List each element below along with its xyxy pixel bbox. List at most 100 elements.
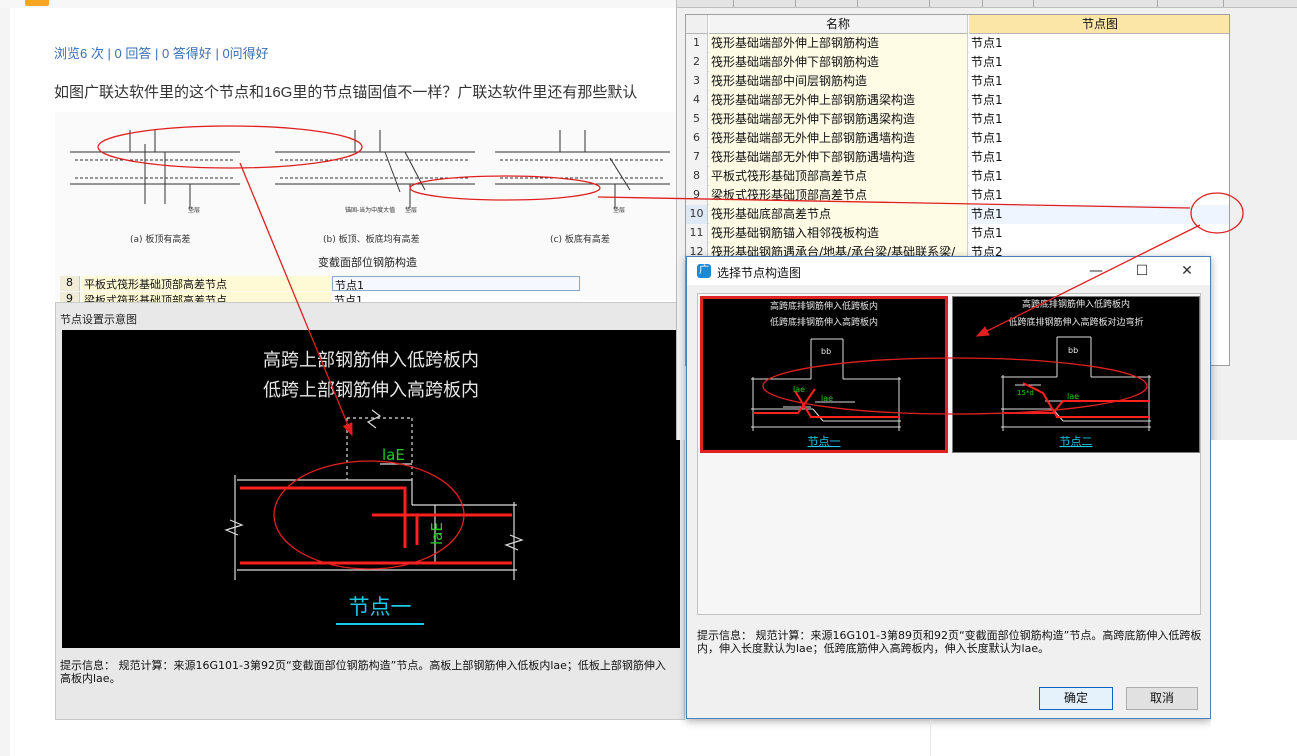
mini-row-value[interactable]: 节点1 (332, 292, 580, 302)
grid-row-name: 梁板式筏形基础顶部高差节点 (709, 186, 968, 205)
notice-icon (25, 0, 49, 6)
mini-row-value[interactable]: 节点1 (332, 276, 580, 292)
node-option-2[interactable]: 高跨底排钢筋伸入低跨板内 低跨底排钢筋伸入高跨板对边弯折 bb 15*d lae… (952, 296, 1200, 453)
grid-row-node-value[interactable]: 节点1 (969, 110, 1229, 129)
thumb2-label[interactable]: 节点二 (1060, 435, 1093, 448)
grid-row-node-value[interactable]: 节点1 (969, 167, 1229, 186)
toolbar-tab[interactable] (1223, 0, 1224, 7)
ok-button[interactable]: 确定 (1039, 687, 1113, 710)
grid-row-node-value[interactable]: 节点1 (969, 148, 1229, 167)
scan-label: 垫层 (405, 206, 417, 214)
mini-row-number: 8 (60, 276, 80, 291)
grid-row-name: 筏形基础钢筋锚入相邻筏板构造 (709, 224, 968, 243)
grid-row-node-value[interactable]: 节点1 (969, 72, 1229, 91)
grid-row-number: 6 (686, 129, 708, 148)
grid-row[interactable]: 6 筏形基础端部无外伸上部钢筋遇墙构造 节点1 (686, 129, 1229, 148)
good-answers-link[interactable]: 0 答得好 (162, 46, 212, 61)
stats-separator: | (154, 46, 159, 61)
grid-row-node-value[interactable]: 节点1 (969, 34, 1229, 53)
grid-row-number: 5 (686, 110, 708, 129)
grid-row[interactable]: 5 筏形基础端部无外伸下部钢筋遇梁构造 节点1 (686, 110, 1229, 129)
stats-separator: | (215, 46, 219, 61)
page-right-area (1211, 440, 1297, 756)
thumb2-line2: 低跨底排钢筋伸入高跨板对边弯折 (1008, 316, 1143, 328)
page-divider (930, 720, 931, 756)
grid-row[interactable]: 8 平板式筏形基础顶部高差节点 节点1 (686, 167, 1229, 186)
grid-row[interactable]: 2 筏形基础端部外伸下部钢筋构造 节点1 (686, 53, 1229, 72)
grid-row-node-value[interactable]: 节点1··· (969, 205, 1229, 224)
cancel-button[interactable]: 取消 (1126, 687, 1198, 710)
grid-row-node-value[interactable]: 节点1 (969, 91, 1229, 110)
node-option-1[interactable]: 高跨底排钢筋伸入低跨板内 低跨底排钢筋伸入高跨板内 bb lae lae 节点一 (700, 296, 948, 453)
mini-grid-row[interactable]: 9 梁板式筏形基础顶部高差节点 节点1 (60, 292, 580, 302)
grid-row-node-value[interactable]: 节点1 (969, 186, 1229, 205)
grid-row-node-value[interactable]: 节点1 (969, 224, 1229, 243)
label-laE-vertical: laE (428, 522, 446, 545)
dialog-titlebar[interactable]: 广 选择节点构造图 — ☐ ✕ (687, 257, 1210, 285)
node-diagram-panel: 节点设置示意图 高跨上部钢筋伸入低跨板内 低跨上部钢筋伸入高跨板内 laE la… (55, 302, 685, 720)
toolbar-tab[interactable] (982, 0, 983, 7)
toolbar-tab[interactable] (733, 0, 734, 7)
grid-row-node-text: 节点1 (971, 93, 1003, 107)
mini-grid-row[interactable]: 8 平板式筏形基础顶部高差节点 节点1 (60, 276, 580, 292)
toolbar-tab[interactable] (857, 0, 858, 7)
scan-subcaption: (b) 板顶、板底均有高差 (323, 233, 420, 245)
grid-row[interactable]: 7 筏形基础端部无外伸下部钢筋遇墙构造 节点1 (686, 148, 1229, 167)
grid-row-node-text: 节点1 (971, 188, 1003, 202)
grid-row-node-text: 节点1 (971, 36, 1003, 50)
node-panel-title: 节点设置示意图 (60, 313, 137, 326)
minimize-icon[interactable]: — (1081, 261, 1111, 281)
grid-row-name: 筏形基础底部高差节点 (709, 205, 968, 224)
toolbar-tab[interactable] (929, 0, 930, 7)
node-one-label[interactable]: 节点一 (349, 595, 412, 619)
scan-label: 垫层 (613, 206, 625, 214)
answers-link[interactable]: 0 回答 (114, 46, 151, 61)
grid-row-node-text: 节点1 (971, 74, 1003, 88)
grid-row[interactable]: 1 筏形基础端部外伸上部钢筋构造 节点1 (686, 34, 1229, 53)
grid-row[interactable]: 9 梁板式筏形基础顶部高差节点 节点1 (686, 186, 1229, 205)
grid-row-node-text: 节点1 (971, 169, 1003, 183)
grid-row-node-text: 节点1 (971, 55, 1003, 69)
dialog-thumbnail-area: 高跨底排钢筋伸入低跨板内 低跨底排钢筋伸入高跨板内 bb lae lae 节点一… (697, 293, 1201, 615)
grid-row-node-value[interactable]: 节点1 (969, 53, 1229, 72)
grid-row-name: 平板式筏形基础顶部高差节点 (709, 167, 968, 186)
grid-row-node-text: 节点1 (971, 226, 1003, 240)
thumb2-bb: bb (1068, 346, 1078, 355)
thumb2-lae: lae (1067, 392, 1079, 401)
grid-row-number: 11 (686, 224, 708, 243)
views-link[interactable]: 浏览6 次 (54, 46, 104, 61)
scan-label: 锚固-当为中度大值 (345, 206, 395, 214)
thumb1-label[interactable]: 节点一 (808, 435, 841, 448)
scan-subcaption: (a) 板顶有高差 (130, 233, 190, 245)
grid-row[interactable]: 10筏形基础底部高差节点节点1··· (686, 205, 1229, 224)
grid-header-node[interactable]: 节点图 (969, 15, 1229, 34)
diagram-text-line1: 高跨上部钢筋伸入低跨板内 (263, 350, 479, 371)
scan-subcaption: (c) 板底有高差 (550, 233, 610, 245)
grid-row-number: 1 (686, 34, 708, 53)
grid-row-name: 筏形基础端部无外伸下部钢筋遇梁构造 (709, 110, 968, 129)
scan-label: 垫层 (188, 206, 200, 214)
grid-row-node-value[interactable]: 节点1 (969, 129, 1229, 148)
thumb2-d: 15*d (1017, 389, 1034, 397)
toolbar-tab[interactable] (1157, 0, 1158, 7)
page-left-gutter (0, 0, 10, 756)
toolbar-tab[interactable] (1033, 0, 1034, 7)
close-icon[interactable]: ✕ (1172, 261, 1202, 281)
mini-row-name: 梁板式筏形基础顶部高差节点 (82, 292, 332, 302)
grid-row-number: 8 (686, 167, 708, 186)
thumb1-lae1: lae (793, 385, 805, 394)
grid-row[interactable]: 11 筏形基础钢筋锚入相邻筏板构造 节点1 (686, 224, 1229, 243)
question-stats: 浏览6 次 | 0 回答 | 0 答得好 | 0问得好 (54, 43, 269, 62)
grid-header-name[interactable]: 名称 (709, 15, 968, 34)
asked-good-link[interactable]: 0问得好 (222, 46, 268, 61)
grid-row[interactable]: 3 筏形基础端部中间层钢筋构造 节点1 (686, 72, 1229, 91)
stats-separator: | (107, 46, 111, 61)
maximize-icon[interactable]: ☐ (1127, 261, 1157, 281)
grid-row-name: 筏形基础端部无外伸上部钢筋遇梁构造 (709, 91, 968, 110)
toolbar-tab[interactable] (795, 0, 796, 7)
node-panel-hint: 提示信息： 规范计算：来源16G101-3第92页“变截面部位钢筋构造”节点。高… (60, 659, 666, 685)
grid-row[interactable]: 4 筏形基础端部无外伸上部钢筋遇梁构造 节点1 (686, 91, 1229, 110)
grid-row-node-text: 节点1 (971, 150, 1003, 164)
grid-row-node-text: 节点1 (971, 112, 1003, 126)
grid-row-number: 9 (686, 186, 708, 205)
